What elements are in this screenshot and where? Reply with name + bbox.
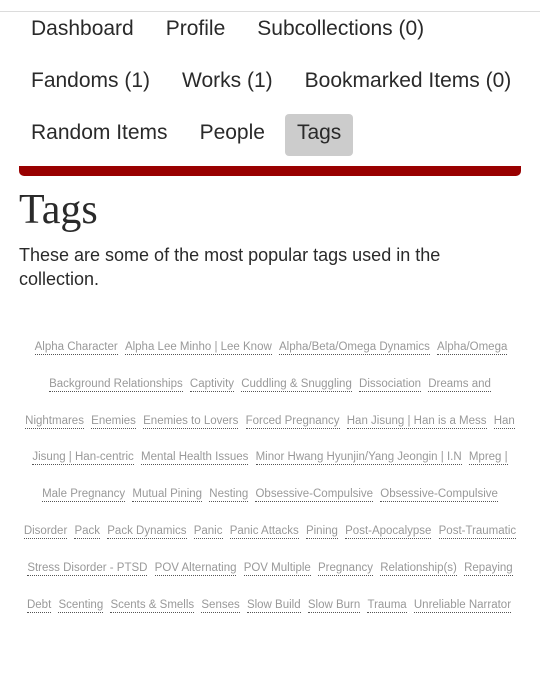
tag-item: Obsessive-Compulsive — [255, 488, 374, 503]
nav-tab-people[interactable]: People — [188, 114, 277, 156]
accent-bar — [19, 166, 521, 176]
tag-item: Dissociation — [359, 377, 422, 392]
tag-cloud: Alpha Character Alpha Lee Minho | Lee Kn… — [19, 329, 521, 623]
tag-item: Alpha Lee Minho | Lee Know — [124, 341, 272, 355]
tag-item: Pregnancy — [318, 561, 373, 576]
tag-link[interactable]: Nesting — [209, 488, 249, 503]
tag-link[interactable]: Slow Burn — [307, 598, 361, 613]
tag-item: Senses — [201, 598, 240, 613]
tag-link[interactable]: Pack Dynamics — [107, 524, 187, 539]
tag-link[interactable]: POV Alternating — [154, 561, 237, 576]
tag-link[interactable]: Mutual Pining — [132, 488, 203, 503]
tag-item: Alpha Character — [34, 341, 118, 355]
tag-link[interactable]: Scents & Smells — [110, 598, 195, 613]
tag-link[interactable]: Mental Health Issues — [141, 451, 249, 466]
tag-link[interactable]: Panic — [193, 524, 223, 539]
nav-tab-dashboard[interactable]: Dashboard — [19, 10, 146, 52]
tag-link[interactable]: Alpha/Beta/Omega Dynamics — [278, 341, 430, 355]
tag-link[interactable]: Alpha Character — [34, 341, 118, 355]
tag-item: Scenting — [58, 598, 104, 613]
tag-link[interactable]: Alpha Lee Minho | Lee Know — [124, 341, 272, 355]
nav-tab-bookmarked-items[interactable]: Bookmarked Items (0) — [293, 62, 524, 104]
tag-link[interactable]: Scenting — [58, 598, 104, 613]
tag-item: Unreliable Narrator — [413, 598, 512, 613]
tag-link[interactable]: Panic Attacks — [229, 524, 299, 539]
tag-item: Enemies — [91, 414, 136, 429]
tag-link[interactable]: Captivity — [189, 377, 235, 392]
tag-link[interactable]: Slow Build — [246, 598, 301, 613]
tag-item: Enemies to Lovers — [143, 414, 239, 429]
tag-link[interactable]: Cuddling & Snuggling — [241, 377, 352, 392]
tag-link[interactable]: Post-Apocalypse — [345, 524, 432, 539]
tag-link[interactable]: Enemies to Lovers — [143, 414, 239, 429]
tag-link[interactable]: Pining — [305, 524, 338, 539]
tag-link[interactable]: Trauma — [367, 598, 407, 613]
collection-navigation: Dashboard Profile Subcollections (0) Fandom… — [19, 10, 524, 156]
tag-item: Captivity — [189, 377, 235, 392]
tag-item: Forced Pregnancy — [245, 414, 340, 429]
tag-item: Minor Hwang Hyunjin/Yang Jeongin | I.N — [255, 451, 462, 466]
nav-tab-subcollections[interactable]: Subcollections (0) — [245, 10, 436, 52]
tag-link[interactable]: Minor Hwang Hyunjin/Yang Jeongin | I.N — [255, 451, 462, 466]
page-intro: These are some of the most popular tags … — [19, 245, 441, 289]
tag-item: Relationship(s) — [380, 561, 457, 576]
tag-link[interactable]: Pregnancy — [318, 561, 373, 576]
tag-item: Trauma — [367, 598, 407, 613]
tag-item: Alpha/Beta/Omega Dynamics — [278, 341, 430, 355]
tag-link[interactable]: Forced Pregnancy — [245, 414, 340, 429]
tag-item: Post-Apocalypse — [345, 524, 432, 539]
nav-tab-random-items[interactable]: Random Items — [19, 114, 180, 156]
tag-item: Cuddling & Snuggling — [241, 377, 352, 392]
tag-item: Han Jisung | Han is a Mess — [346, 414, 487, 429]
tag-item: Slow Build — [246, 598, 301, 613]
tag-item: POV Alternating — [154, 561, 237, 576]
nav-tab-fandoms[interactable]: Fandoms (1) — [19, 62, 162, 104]
tag-item: Panic Attacks — [229, 524, 299, 539]
tag-link[interactable]: Dissociation — [359, 377, 422, 392]
tag-link[interactable]: Enemies — [91, 414, 136, 429]
tag-item: Pack Dynamics — [107, 524, 187, 539]
tag-item: Nesting — [209, 488, 249, 503]
nav-tab-tags[interactable]: Tags — [284, 114, 354, 156]
tag-item: POV Multiple — [243, 561, 311, 576]
tag-link[interactable]: Senses — [201, 598, 240, 613]
tag-item: Pack — [74, 524, 101, 539]
nav-tab-works[interactable]: Works (1) — [170, 62, 285, 104]
tag-link[interactable]: Han Jisung | Han is a Mess — [346, 414, 487, 429]
tag-item: Pining — [305, 524, 338, 539]
tag-item: Slow Burn — [307, 598, 361, 613]
tag-item: Mental Health Issues — [141, 451, 249, 466]
tag-item: Mutual Pining — [132, 488, 203, 503]
tag-link[interactable]: Pack — [74, 524, 101, 539]
tag-link[interactable]: Relationship(s) — [380, 561, 457, 576]
tag-link[interactable]: POV Multiple — [243, 561, 311, 576]
tag-item: Panic — [193, 524, 223, 539]
page-title: Tags — [19, 187, 98, 233]
nav-tab-profile[interactable]: Profile — [154, 10, 238, 52]
tag-link[interactable]: Obsessive-Compulsive — [255, 488, 374, 503]
tag-item: Scents & Smells — [110, 598, 195, 613]
tag-link[interactable]: Unreliable Narrator — [413, 598, 512, 613]
